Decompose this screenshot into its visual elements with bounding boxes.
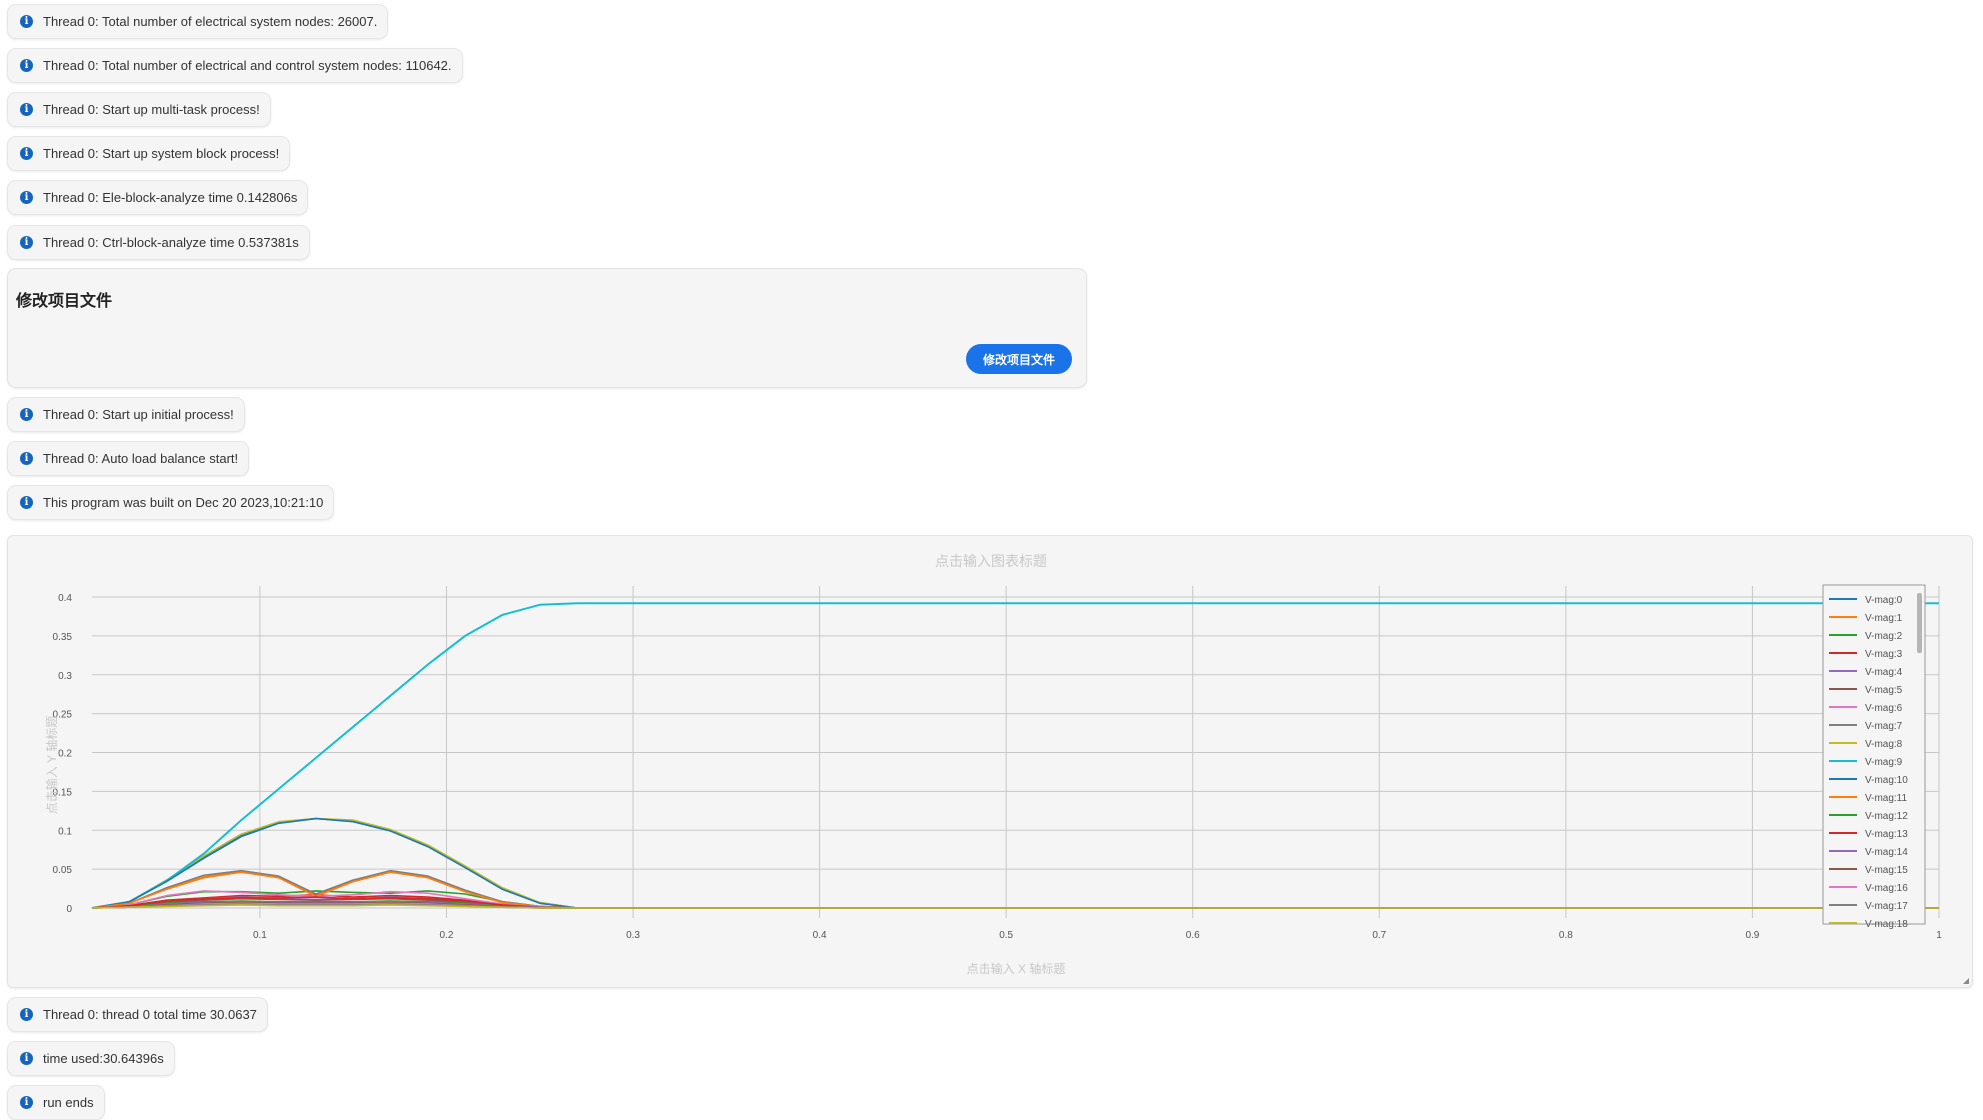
legend-item: V-mag:3 xyxy=(1865,649,1903,660)
info-circle-icon: i xyxy=(20,147,33,160)
series-line-v-mag-0 xyxy=(91,817,1939,909)
legend-item: V-mag:8 xyxy=(1865,739,1903,750)
log-notice-text: Thread 0: Start up system block process! xyxy=(43,146,280,161)
legend-item: V-mag:4 xyxy=(1865,667,1903,678)
info-circle-icon: i xyxy=(20,15,33,28)
y-tick-label: 0.2 xyxy=(58,749,72,760)
log-notice-text: This program was built on Dec 20 2023,10… xyxy=(43,495,324,510)
log-notice: i Thread 0: Start up multi-task process! xyxy=(7,92,271,127)
log-notice: i run ends xyxy=(7,1085,105,1120)
log-notice-text: Thread 0: Auto load balance start! xyxy=(43,451,239,466)
legend-item: V-mag:11 xyxy=(1865,793,1907,804)
legend-item: V-mag:5 xyxy=(1865,685,1903,696)
log-notice-text: Thread 0: Ele-block-analyze time 0.14280… xyxy=(43,190,298,205)
legend-item: V-mag:1 xyxy=(1865,613,1903,624)
legend-item: V-mag:2 xyxy=(1865,631,1903,642)
legend-item: V-mag:16 xyxy=(1865,883,1908,894)
y-tick-label: 0.4 xyxy=(58,593,72,604)
x-tick-label: 0.3 xyxy=(626,930,640,941)
log-notice: i Thread 0: Start up system block process… xyxy=(7,136,291,171)
log-notice-text: run ends xyxy=(43,1095,94,1110)
legend-item: V-mag:13 xyxy=(1865,829,1908,840)
line-chart: 00.050.10.150.20.250.30.350.40.1 0.2 0.3 0.… xyxy=(44,553,1942,976)
series-line-v-mag-8 xyxy=(91,817,1939,909)
x-tick-label: 0.4 xyxy=(813,930,827,941)
x-tick-label: 1 xyxy=(1936,930,1942,941)
legend-scrollbar xyxy=(1917,593,1922,653)
legend-item: V-mag:18 xyxy=(1865,919,1908,930)
x-tick-label: 0.9 xyxy=(1745,930,1759,941)
log-notice: i Thread 0: Total number of electrical sy… xyxy=(7,4,389,39)
legend-item: V-mag:10 xyxy=(1865,775,1908,786)
legend-item: V-mag:7 xyxy=(1865,721,1903,732)
y-axis-title: 点击输入 Y 轴标题 xyxy=(44,716,59,814)
info-circle-icon: i xyxy=(20,1008,33,1021)
log-notice: i Thread 0: Ctrl-block-analyze time 0.537… xyxy=(7,225,310,260)
x-tick-label: 0.5 xyxy=(999,930,1013,941)
info-circle-icon: i xyxy=(20,452,33,465)
y-tick-label: 0.3 xyxy=(58,671,72,682)
log-notice: i Thread 0: Ele-block-analyze time 0.1428… xyxy=(7,180,309,215)
log-notice-text: Thread 0: Total number of electrical sys… xyxy=(43,14,378,29)
log-notice: i time used:30.64396s xyxy=(7,1041,175,1076)
y-tick-label: 0.35 xyxy=(53,632,73,643)
info-circle-icon: i xyxy=(20,408,33,421)
y-tick-label: 0.1 xyxy=(58,826,72,837)
info-circle-icon: i xyxy=(20,496,33,509)
log-notice: i Thread 0: Total number of electrical an… xyxy=(7,48,463,83)
chart-title: 点击输入图表标题 xyxy=(935,553,1047,569)
log-notice: i Thread 0: Auto load balance start! xyxy=(7,441,250,476)
legend-item: V-mag:15 xyxy=(1865,865,1908,876)
legend-item: V-mag:6 xyxy=(1865,703,1903,714)
info-circle-icon: i xyxy=(20,236,33,249)
log-notice-text: Thread 0: Start up multi-task process! xyxy=(43,102,260,117)
x-tick-label: 0.6 xyxy=(1186,930,1200,941)
x-tick-label: 0.1 xyxy=(253,930,267,941)
edit-project-file-panel: 修改项目文件 修改项目文件 xyxy=(7,268,1087,388)
log-notice: i Thread 0: thread 0 total time 30.0637 xyxy=(7,997,268,1032)
legend-item: V-mag:9 xyxy=(1865,757,1903,768)
info-circle-icon: i xyxy=(20,59,33,72)
x-tick-label: 0.8 xyxy=(1559,930,1573,941)
series-line-v-mag-9 xyxy=(91,602,1939,909)
log-notice-text: Thread 0: thread 0 total time 30.0637 xyxy=(43,1007,257,1022)
legend-item: V-mag:12 xyxy=(1865,811,1908,822)
legend-item: V-mag:17 xyxy=(1865,901,1908,912)
info-circle-icon: i xyxy=(20,191,33,204)
log-notice: i This program was built on Dec 20 2023,1… xyxy=(7,485,335,520)
legend-item: V-mag:0 xyxy=(1865,595,1903,606)
x-axis-title: 点击输入 X 轴标题 xyxy=(967,961,1066,976)
log-notice-text: Thread 0: Start up initial process! xyxy=(43,407,234,422)
info-circle-icon: i xyxy=(20,1096,33,1109)
log-notice: i Thread 0: Start up initial process! xyxy=(7,397,245,432)
line-chart-panel: 0 0.05 0.1 0.15 0.2 0.25 0.3 0.35 0.4 0.1 0.2 0.3 0.… xyxy=(7,535,1973,988)
y-tick-label: 0 xyxy=(66,904,72,915)
series-line-v-mag-10 xyxy=(91,817,1939,909)
panel-title: 修改项目文件 xyxy=(16,293,113,310)
y-tick-label: 0.05 xyxy=(53,865,73,876)
x-tick-label: 0.7 xyxy=(1372,930,1386,941)
log-notice-text: Thread 0: Total number of electrical and… xyxy=(43,58,452,73)
resize-handle-icon[interactable] xyxy=(1963,978,1969,984)
log-notice-text: Thread 0: Ctrl-block-analyze time 0.5373… xyxy=(43,235,299,250)
info-circle-icon: i xyxy=(20,1052,33,1065)
x-tick-label: 0.2 xyxy=(440,930,454,941)
info-circle-icon: i xyxy=(20,103,33,116)
edit-project-file-button[interactable]: 修改项目文件 xyxy=(966,344,1072,374)
log-notice-text: time used:30.64396s xyxy=(43,1051,164,1066)
legend-item: V-mag:14 xyxy=(1865,847,1908,858)
